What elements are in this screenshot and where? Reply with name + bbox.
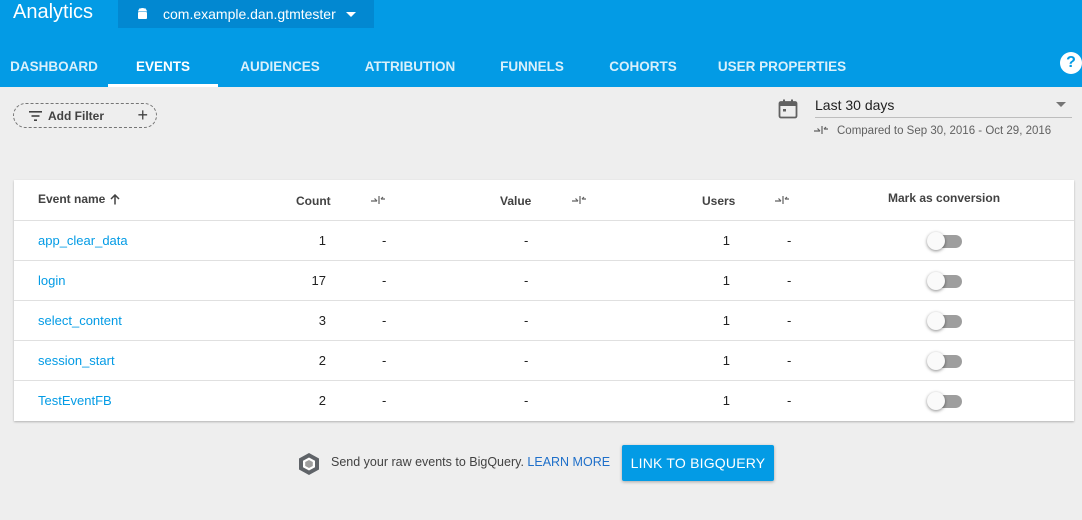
conversion-toggle[interactable] <box>927 232 962 250</box>
comparison-text: Compared to Sep 30, 2016 - Oct 29, 2016 <box>837 125 1052 137</box>
tab-dashboard[interactable]: DASHBOARD <box>0 46 108 87</box>
event-value: - <box>524 233 529 248</box>
compare-icon <box>775 196 789 204</box>
help-icon[interactable]: ? <box>1060 52 1082 74</box>
filter-icon <box>29 110 42 121</box>
column-header-count[interactable]: Count <box>296 194 331 208</box>
app-selector[interactable]: com.example.dan.gtmtester <box>118 0 374 28</box>
tab-cohorts[interactable]: COHORTS <box>586 46 700 87</box>
users-change: - <box>787 233 792 248</box>
users-change: - <box>787 313 792 328</box>
tab-attribution[interactable]: ATTRIBUTION <box>342 46 478 87</box>
column-header-users[interactable]: Users <box>702 194 735 208</box>
event-count: 2 <box>318 393 326 408</box>
plus-icon: + <box>137 105 148 125</box>
android-icon <box>138 7 147 19</box>
tab-label: DASHBOARD <box>10 59 98 74</box>
table-row: session_start 2 - - 1 - <box>14 341 1074 381</box>
calendar-icon[interactable] <box>778 99 798 119</box>
count-change: - <box>382 313 387 328</box>
table-header: Event name Count Value Users Mark as con… <box>14 180 1074 221</box>
sort-ascending-icon <box>110 193 120 204</box>
nav-tabs: DASHBOARD EVENTS AUDIENCES ATTRIBUTION F… <box>0 46 864 87</box>
tab-label: USER PROPERTIES <box>717 59 847 74</box>
event-users: 1 <box>722 313 730 328</box>
tab-audiences[interactable]: AUDIENCES <box>218 46 342 87</box>
count-change: - <box>382 233 387 248</box>
link-to-bigquery-button[interactable]: LINK TO BIGQUERY <box>622 445 774 481</box>
column-header-event-name[interactable]: Event name <box>38 192 120 206</box>
date-range-value: Last 30 days <box>815 97 895 113</box>
column-header-mark-as-conversion: Mark as conversion <box>888 191 1001 205</box>
event-count: 3 <box>318 313 326 328</box>
table-row: TestEventFB 2 - - 1 - <box>14 381 1074 421</box>
count-change: - <box>382 393 387 408</box>
event-count: 2 <box>318 353 326 368</box>
tab-events[interactable]: EVENTS <box>108 46 218 87</box>
conversion-toggle[interactable] <box>927 312 962 330</box>
date-range-select[interactable]: Last 30 days <box>815 96 1072 118</box>
event-name-link[interactable]: session_start <box>38 353 115 368</box>
toggle-knob <box>927 312 945 330</box>
top-header: Analytics com.example.dan.gtmtester DASH… <box>0 0 1082 87</box>
table-row: app_clear_data 1 - - 1 - <box>14 221 1074 261</box>
conversion-toggle[interactable] <box>927 272 962 290</box>
chevron-down-icon <box>1056 102 1066 107</box>
event-count: 17 <box>311 273 326 288</box>
tab-label: FUNNELS <box>500 59 564 74</box>
column-header-label: Event name <box>38 192 106 206</box>
event-value: - <box>524 273 529 288</box>
compare-icon <box>371 196 385 204</box>
bigquery-promo-text: Send your raw events to BigQuery. LEARN … <box>331 455 610 469</box>
tab-label: COHORTS <box>609 59 677 74</box>
users-change: - <box>787 353 792 368</box>
tab-label: AUDIENCES <box>240 59 320 74</box>
toggle-knob <box>927 352 945 370</box>
event-name-link[interactable]: select_content <box>38 313 122 328</box>
add-filter-label: Add Filter <box>48 108 104 123</box>
add-filter-button[interactable]: Add Filter + <box>13 103 157 128</box>
tab-label: ATTRIBUTION <box>364 59 456 74</box>
table-row: select_content 3 - - 1 - <box>14 301 1074 341</box>
toggle-knob <box>927 392 945 410</box>
conversion-toggle[interactable] <box>927 392 962 410</box>
event-value: - <box>524 353 529 368</box>
toggle-knob <box>927 232 945 250</box>
event-users: 1 <box>722 273 730 288</box>
compare-icon <box>572 196 586 204</box>
toggle-knob <box>927 272 945 290</box>
app-title: Analytics <box>13 1 94 23</box>
column-header-value[interactable]: Value <box>500 194 531 208</box>
tab-funnels[interactable]: FUNNELS <box>478 46 586 87</box>
event-users: 1 <box>722 353 730 368</box>
tab-label: EVENTS <box>135 59 190 74</box>
event-value: - <box>524 393 529 408</box>
table-row: login 17 - - 1 - <box>14 261 1074 301</box>
learn-more-link[interactable]: LEARN MORE <box>527 455 610 469</box>
count-change: - <box>382 273 387 288</box>
conversion-toggle[interactable] <box>927 352 962 370</box>
events-table: Event name Count Value Users Mark as con… <box>14 180 1074 421</box>
event-count: 1 <box>318 233 326 248</box>
event-name-link[interactable]: login <box>38 273 65 288</box>
event-users: 1 <box>722 233 730 248</box>
event-users: 1 <box>722 393 730 408</box>
users-change: - <box>787 273 792 288</box>
compare-icon <box>814 126 828 134</box>
event-value: - <box>524 313 529 328</box>
bigquery-icon <box>299 453 319 475</box>
app-name: com.example.dan.gtmtester <box>163 6 336 22</box>
event-name-link[interactable]: TestEventFB <box>38 393 112 408</box>
bigquery-message: Send your raw events to BigQuery. <box>331 455 524 469</box>
chevron-down-icon <box>345 11 356 17</box>
event-name-link[interactable]: app_clear_data <box>38 233 128 248</box>
users-change: - <box>787 393 792 408</box>
tab-user-properties[interactable]: USER PROPERTIES <box>700 46 864 87</box>
count-change: - <box>382 353 387 368</box>
